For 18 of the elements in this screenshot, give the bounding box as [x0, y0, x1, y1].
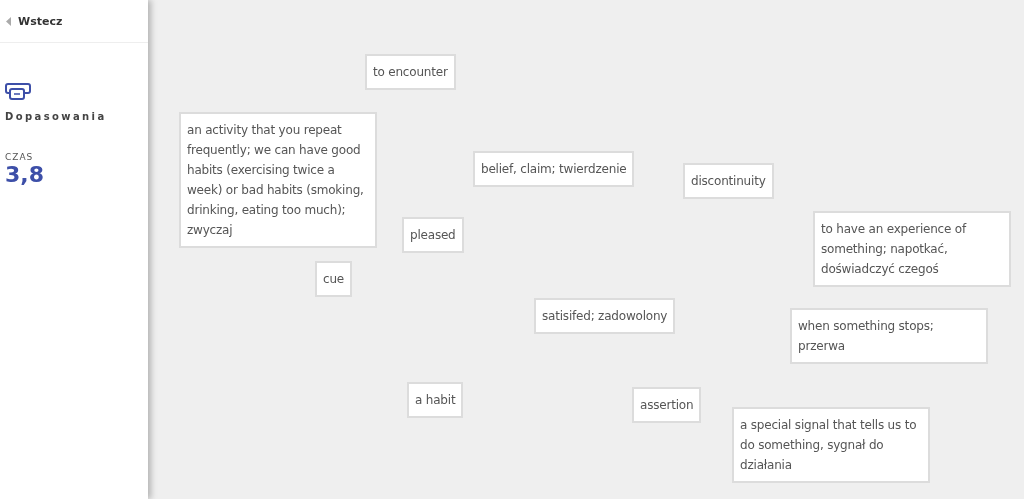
- match-card[interactable]: a habit: [407, 382, 464, 418]
- back-link[interactable]: Wstecz: [6, 14, 63, 28]
- cards-icon: [5, 83, 33, 101]
- back-arrow-icon: [6, 16, 11, 26]
- match-card[interactable]: assertion: [632, 387, 702, 423]
- timer-value: 3,8: [5, 162, 45, 187]
- match-card[interactable]: to have an experience of something; napotkać, doświadczyć czegoś: [813, 211, 1011, 287]
- match-card[interactable]: discontinuity: [683, 163, 774, 199]
- match-card[interactable]: to encounter: [365, 54, 456, 90]
- match-card[interactable]: when something stops; przerwa: [790, 308, 988, 364]
- match-card[interactable]: an activity that you repeat frequently; we can have good habits (exercising twice a week) or bad habits (smoking, drinking, eating too much); zwyczaj: [179, 112, 377, 248]
- match-card[interactable]: pleased: [402, 217, 464, 253]
- match-card[interactable]: belief, claim; twierdzenie: [473, 151, 635, 187]
- match-card[interactable]: a special signal that tells us to do something, sygnał do działania: [732, 407, 930, 483]
- mode-title: Dopasowania: [5, 111, 107, 122]
- timer-label: CZAS: [5, 152, 35, 162]
- match-card[interactable]: satisifed; zadowolony: [534, 298, 676, 334]
- match-card[interactable]: cue: [315, 261, 352, 297]
